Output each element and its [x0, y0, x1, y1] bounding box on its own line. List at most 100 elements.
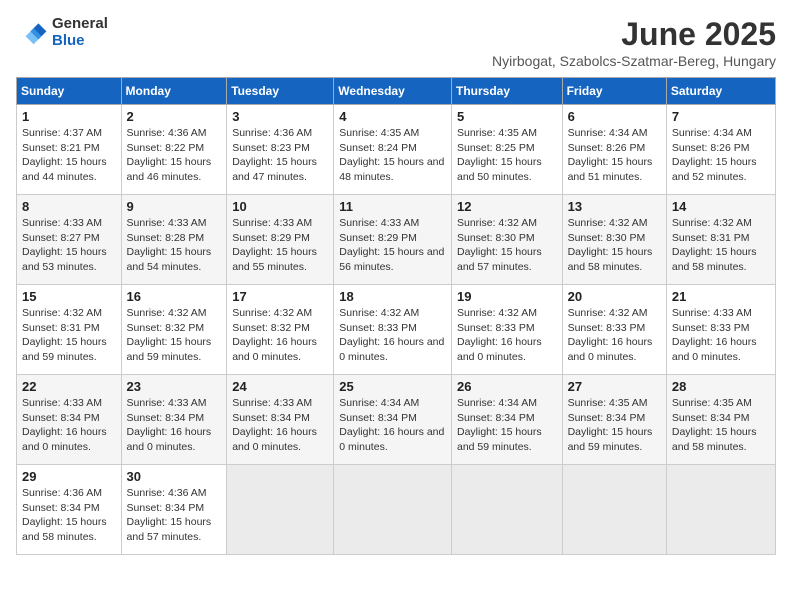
calendar-cell: 20 Sunrise: 4:32 AMSunset: 8:33 PMDaylig…	[562, 285, 666, 375]
title-area: June 2025 Nyirbogat, Szabolcs-Szatmar-Be…	[492, 16, 776, 69]
calendar-cell: 27 Sunrise: 4:35 AMSunset: 8:34 PMDaylig…	[562, 375, 666, 465]
calendar-cell: 16 Sunrise: 4:32 AMSunset: 8:32 PMDaylig…	[121, 285, 227, 375]
calendar-cell: 21 Sunrise: 4:33 AMSunset: 8:33 PMDaylig…	[666, 285, 775, 375]
day-number: 6	[568, 109, 661, 124]
calendar-cell: 29 Sunrise: 4:36 AMSunset: 8:34 PMDaylig…	[17, 465, 122, 555]
day-info: Sunrise: 4:33 AMSunset: 8:34 PMDaylight:…	[232, 396, 328, 455]
day-info: Sunrise: 4:33 AMSunset: 8:33 PMDaylight:…	[672, 306, 770, 365]
day-number: 5	[457, 109, 557, 124]
calendar-cell: 7 Sunrise: 4:34 AMSunset: 8:26 PMDayligh…	[666, 105, 775, 195]
day-info: Sunrise: 4:32 AMSunset: 8:32 PMDaylight:…	[232, 306, 328, 365]
day-info: Sunrise: 4:33 AMSunset: 8:29 PMDaylight:…	[232, 216, 328, 275]
week-row-3: 15 Sunrise: 4:32 AMSunset: 8:31 PMDaylig…	[17, 285, 776, 375]
day-info: Sunrise: 4:34 AMSunset: 8:26 PMDaylight:…	[672, 126, 770, 185]
day-info: Sunrise: 4:32 AMSunset: 8:33 PMDaylight:…	[457, 306, 557, 365]
calendar-cell: 25 Sunrise: 4:34 AMSunset: 8:34 PMDaylig…	[334, 375, 452, 465]
col-header-friday: Friday	[562, 78, 666, 105]
day-number: 28	[672, 379, 770, 394]
day-number: 2	[127, 109, 222, 124]
day-number: 14	[672, 199, 770, 214]
calendar-cell: 13 Sunrise: 4:32 AMSunset: 8:30 PMDaylig…	[562, 195, 666, 285]
col-header-monday: Monday	[121, 78, 227, 105]
day-info: Sunrise: 4:35 AMSunset: 8:34 PMDaylight:…	[672, 396, 770, 455]
day-info: Sunrise: 4:37 AMSunset: 8:21 PMDaylight:…	[22, 126, 116, 185]
day-info: Sunrise: 4:32 AMSunset: 8:31 PMDaylight:…	[22, 306, 116, 365]
subtitle: Nyirbogat, Szabolcs-Szatmar-Bereg, Hunga…	[492, 53, 776, 69]
day-number: 16	[127, 289, 222, 304]
day-info: Sunrise: 4:32 AMSunset: 8:30 PMDaylight:…	[568, 216, 661, 275]
day-info: Sunrise: 4:33 AMSunset: 8:27 PMDaylight:…	[22, 216, 116, 275]
calendar-cell: 18 Sunrise: 4:32 AMSunset: 8:33 PMDaylig…	[334, 285, 452, 375]
day-number: 26	[457, 379, 557, 394]
day-number: 22	[22, 379, 116, 394]
day-info: Sunrise: 4:35 AMSunset: 8:34 PMDaylight:…	[568, 396, 661, 455]
calendar-cell: 4 Sunrise: 4:35 AMSunset: 8:24 PMDayligh…	[334, 105, 452, 195]
day-number: 12	[457, 199, 557, 214]
day-info: Sunrise: 4:36 AMSunset: 8:23 PMDaylight:…	[232, 126, 328, 185]
calendar-cell: 26 Sunrise: 4:34 AMSunset: 8:34 PMDaylig…	[451, 375, 562, 465]
day-info: Sunrise: 4:33 AMSunset: 8:34 PMDaylight:…	[127, 396, 222, 455]
day-info: Sunrise: 4:32 AMSunset: 8:33 PMDaylight:…	[568, 306, 661, 365]
calendar-cell	[666, 465, 775, 555]
calendar-cell	[451, 465, 562, 555]
calendar-cell: 22 Sunrise: 4:33 AMSunset: 8:34 PMDaylig…	[17, 375, 122, 465]
calendar-cell: 17 Sunrise: 4:32 AMSunset: 8:32 PMDaylig…	[227, 285, 334, 375]
calendar-cell: 8 Sunrise: 4:33 AMSunset: 8:27 PMDayligh…	[17, 195, 122, 285]
day-info: Sunrise: 4:36 AMSunset: 8:34 PMDaylight:…	[127, 486, 222, 545]
header-row: SundayMondayTuesdayWednesdayThursdayFrid…	[17, 78, 776, 105]
day-number: 10	[232, 199, 328, 214]
day-number: 8	[22, 199, 116, 214]
day-number: 29	[22, 469, 116, 484]
day-number: 15	[22, 289, 116, 304]
calendar-cell: 1 Sunrise: 4:37 AMSunset: 8:21 PMDayligh…	[17, 105, 122, 195]
day-number: 30	[127, 469, 222, 484]
header: General Blue June 2025 Nyirbogat, Szabol…	[16, 16, 776, 69]
day-info: Sunrise: 4:34 AMSunset: 8:34 PMDaylight:…	[457, 396, 557, 455]
calendar-cell	[227, 465, 334, 555]
day-info: Sunrise: 4:32 AMSunset: 8:32 PMDaylight:…	[127, 306, 222, 365]
day-number: 21	[672, 289, 770, 304]
calendar-table: SundayMondayTuesdayWednesdayThursdayFrid…	[16, 77, 776, 555]
day-info: Sunrise: 4:34 AMSunset: 8:26 PMDaylight:…	[568, 126, 661, 185]
calendar-cell: 11 Sunrise: 4:33 AMSunset: 8:29 PMDaylig…	[334, 195, 452, 285]
day-number: 1	[22, 109, 116, 124]
calendar-cell: 14 Sunrise: 4:32 AMSunset: 8:31 PMDaylig…	[666, 195, 775, 285]
day-info: Sunrise: 4:36 AMSunset: 8:34 PMDaylight:…	[22, 486, 116, 545]
day-info: Sunrise: 4:32 AMSunset: 8:33 PMDaylight:…	[339, 306, 446, 365]
main-title: June 2025	[492, 16, 776, 53]
day-number: 3	[232, 109, 328, 124]
calendar-cell	[334, 465, 452, 555]
logo-general: General	[52, 16, 108, 33]
calendar-cell	[562, 465, 666, 555]
day-number: 27	[568, 379, 661, 394]
day-number: 7	[672, 109, 770, 124]
day-number: 17	[232, 289, 328, 304]
calendar-cell: 24 Sunrise: 4:33 AMSunset: 8:34 PMDaylig…	[227, 375, 334, 465]
day-number: 9	[127, 199, 222, 214]
day-number: 4	[339, 109, 446, 124]
col-header-saturday: Saturday	[666, 78, 775, 105]
logo-icon	[16, 17, 48, 49]
col-header-sunday: Sunday	[17, 78, 122, 105]
day-info: Sunrise: 4:34 AMSunset: 8:34 PMDaylight:…	[339, 396, 446, 455]
day-number: 18	[339, 289, 446, 304]
logo-text: General Blue	[52, 16, 108, 49]
calendar-cell: 19 Sunrise: 4:32 AMSunset: 8:33 PMDaylig…	[451, 285, 562, 375]
day-number: 25	[339, 379, 446, 394]
day-info: Sunrise: 4:35 AMSunset: 8:25 PMDaylight:…	[457, 126, 557, 185]
calendar-cell: 6 Sunrise: 4:34 AMSunset: 8:26 PMDayligh…	[562, 105, 666, 195]
calendar-cell: 2 Sunrise: 4:36 AMSunset: 8:22 PMDayligh…	[121, 105, 227, 195]
week-row-5: 29 Sunrise: 4:36 AMSunset: 8:34 PMDaylig…	[17, 465, 776, 555]
calendar-cell: 5 Sunrise: 4:35 AMSunset: 8:25 PMDayligh…	[451, 105, 562, 195]
calendar-cell: 9 Sunrise: 4:33 AMSunset: 8:28 PMDayligh…	[121, 195, 227, 285]
calendar-cell: 30 Sunrise: 4:36 AMSunset: 8:34 PMDaylig…	[121, 465, 227, 555]
calendar-cell: 3 Sunrise: 4:36 AMSunset: 8:23 PMDayligh…	[227, 105, 334, 195]
day-number: 23	[127, 379, 222, 394]
day-info: Sunrise: 4:32 AMSunset: 8:30 PMDaylight:…	[457, 216, 557, 275]
calendar-cell: 12 Sunrise: 4:32 AMSunset: 8:30 PMDaylig…	[451, 195, 562, 285]
day-number: 19	[457, 289, 557, 304]
day-number: 20	[568, 289, 661, 304]
week-row-1: 1 Sunrise: 4:37 AMSunset: 8:21 PMDayligh…	[17, 105, 776, 195]
day-info: Sunrise: 4:35 AMSunset: 8:24 PMDaylight:…	[339, 126, 446, 185]
col-header-thursday: Thursday	[451, 78, 562, 105]
